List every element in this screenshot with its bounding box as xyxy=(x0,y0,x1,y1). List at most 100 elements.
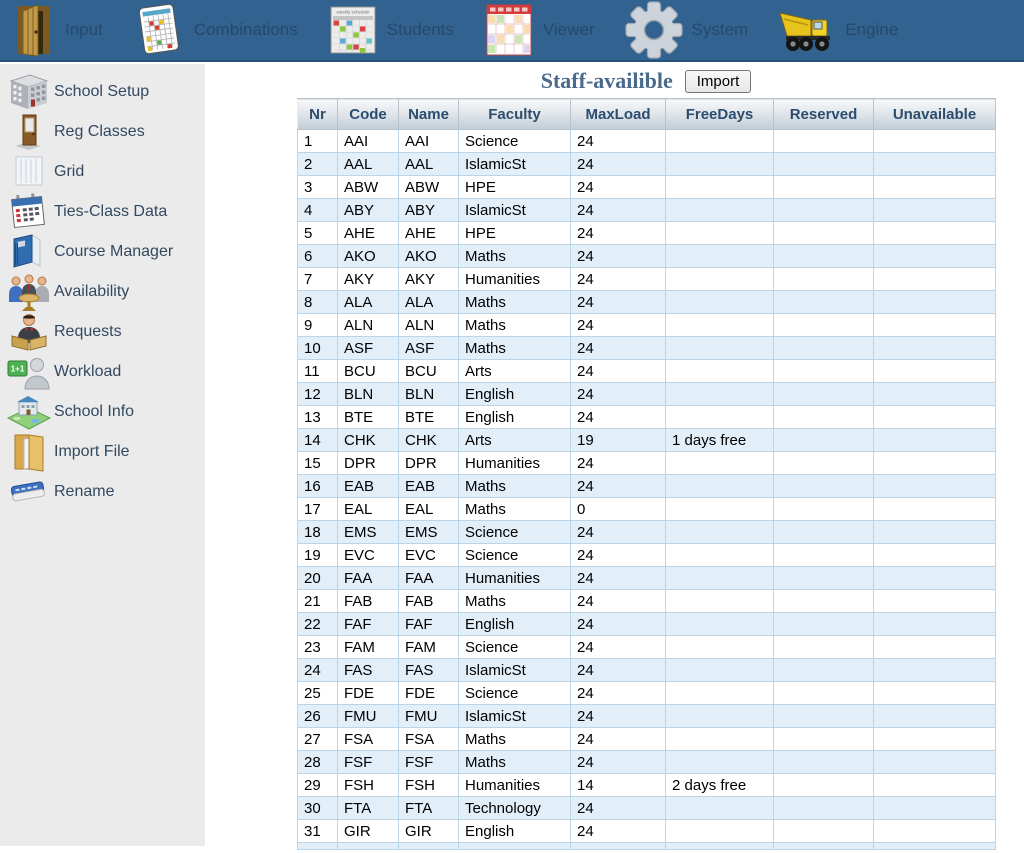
cell-name[interactable]: BCU xyxy=(399,360,459,383)
sidebar-item-rename[interactable]: Rename xyxy=(0,472,205,512)
cell-nr[interactable]: 20 xyxy=(298,567,338,590)
cell-name[interactable]: EVC xyxy=(399,544,459,567)
cell-freedays[interactable] xyxy=(666,153,774,176)
cell-reserved[interactable] xyxy=(774,452,874,475)
cell-name[interactable]: FSH xyxy=(399,774,459,797)
sidebar-item-requests[interactable]: Requests xyxy=(0,312,205,352)
cell-name[interactable]: ABY xyxy=(399,199,459,222)
sidebar-item-grid[interactable]: Grid xyxy=(0,152,205,192)
cell-name[interactable]: FSF xyxy=(399,751,459,774)
cell-code[interactable]: FTA xyxy=(338,797,399,820)
cell-unavailable[interactable] xyxy=(874,521,996,544)
cell-faculty[interactable]: Maths xyxy=(459,751,571,774)
cell-code[interactable]: ALA xyxy=(338,291,399,314)
cell-reserved[interactable] xyxy=(774,774,874,797)
cell-unavailable[interactable] xyxy=(874,751,996,774)
cell-reserved[interactable] xyxy=(774,820,874,843)
cell-maxload[interactable]: 24 xyxy=(571,291,666,314)
cell-nr[interactable]: 10 xyxy=(298,337,338,360)
cell-nr[interactable]: 28 xyxy=(298,751,338,774)
cell-code[interactable]: EMS xyxy=(338,521,399,544)
cell-code[interactable]: EAB xyxy=(338,475,399,498)
cell-name[interactable]: EMS xyxy=(399,521,459,544)
cell-freedays[interactable] xyxy=(666,751,774,774)
cell-maxload[interactable]: 24 xyxy=(571,176,666,199)
cell-unavailable[interactable] xyxy=(874,406,996,429)
toolbar-item-viewer[interactable]: Viewer xyxy=(484,3,595,57)
cell-name[interactable]: ASF xyxy=(399,337,459,360)
cell-faculty[interactable]: Humanities xyxy=(459,567,571,590)
cell-code[interactable]: FAS xyxy=(338,659,399,682)
cell-faculty[interactable]: Humanities xyxy=(459,774,571,797)
sidebar-item-school-setup[interactable]: School Setup xyxy=(0,72,205,112)
cell-freedays[interactable] xyxy=(666,268,774,291)
cell-unavailable[interactable] xyxy=(874,199,996,222)
cell-maxload[interactable]: 24 xyxy=(571,544,666,567)
cell-nr[interactable]: 27 xyxy=(298,728,338,751)
cell-nr[interactable]: 23 xyxy=(298,636,338,659)
cell-unavailable[interactable] xyxy=(874,429,996,452)
cell-code[interactable]: AAL xyxy=(338,153,399,176)
cell-maxload[interactable]: 24 xyxy=(571,337,666,360)
cell-name[interactable]: AAL xyxy=(399,153,459,176)
cell-code[interactable]: BTE xyxy=(338,406,399,429)
cell-reserved[interactable] xyxy=(774,751,874,774)
cell-code[interactable]: ABW xyxy=(338,176,399,199)
cell-nr[interactable]: 16 xyxy=(298,475,338,498)
cell-faculty[interactable]: Arts xyxy=(459,360,571,383)
cell-faculty[interactable]: Science xyxy=(459,521,571,544)
cell-name[interactable]: EAL xyxy=(399,498,459,521)
cell-freedays[interactable] xyxy=(666,452,774,475)
cell-faculty[interactable]: English xyxy=(459,383,571,406)
cell-unavailable[interactable] xyxy=(874,498,996,521)
cell-faculty[interactable]: Maths xyxy=(459,337,571,360)
cell-freedays[interactable]: 2 days free xyxy=(666,774,774,797)
cell-reserved[interactable] xyxy=(774,544,874,567)
cell-nr[interactable]: 14 xyxy=(298,429,338,452)
cell-reserved[interactable] xyxy=(774,567,874,590)
cell-nr[interactable]: 31 xyxy=(298,820,338,843)
sidebar-item-availability[interactable]: Availability xyxy=(0,272,205,312)
cell-code[interactable]: ALN xyxy=(338,314,399,337)
cell-maxload[interactable]: 24 xyxy=(571,797,666,820)
cell-name[interactable]: FAA xyxy=(399,567,459,590)
cell-unavailable[interactable] xyxy=(874,314,996,337)
cell-reserved[interactable] xyxy=(774,406,874,429)
cell-unavailable[interactable] xyxy=(874,613,996,636)
cell-reserved[interactable] xyxy=(774,153,874,176)
sidebar-item-workload[interactable]: 1+1Workload xyxy=(0,352,205,392)
cell-nr[interactable]: 8 xyxy=(298,291,338,314)
cell-faculty[interactable]: English xyxy=(459,613,571,636)
cell-code[interactable]: FSF xyxy=(338,751,399,774)
cell-unavailable[interactable] xyxy=(874,636,996,659)
cell-unavailable[interactable] xyxy=(874,130,996,153)
toolbar-item-system[interactable]: System xyxy=(625,1,749,59)
cell-reserved[interactable] xyxy=(774,337,874,360)
cell-faculty[interactable]: HPE xyxy=(459,222,571,245)
cell-reserved[interactable] xyxy=(774,705,874,728)
cell-unavailable[interactable] xyxy=(874,176,996,199)
cell-unavailable[interactable] xyxy=(874,475,996,498)
cell-freedays[interactable] xyxy=(666,314,774,337)
cell-nr[interactable]: 30 xyxy=(298,797,338,820)
cell-maxload[interactable]: 24 xyxy=(571,728,666,751)
cell-unavailable[interactable] xyxy=(874,797,996,820)
cell-code[interactable]: CHK xyxy=(338,429,399,452)
cell-unavailable[interactable] xyxy=(874,820,996,843)
cell-freedays[interactable] xyxy=(666,659,774,682)
cell-maxload[interactable]: 14 xyxy=(571,774,666,797)
cell-maxload[interactable]: 24 xyxy=(571,521,666,544)
cell-reserved[interactable] xyxy=(774,245,874,268)
sidebar-item-school-info[interactable]: School Info xyxy=(0,392,205,432)
cell-freedays[interactable] xyxy=(666,728,774,751)
toolbar-item-combinations[interactable]: Combinations xyxy=(133,3,298,57)
cell-code[interactable]: AKY xyxy=(338,268,399,291)
cell-freedays[interactable] xyxy=(666,682,774,705)
cell-freedays[interactable] xyxy=(666,176,774,199)
cell-maxload[interactable]: 24 xyxy=(571,268,666,291)
cell-maxload[interactable]: 24 xyxy=(571,682,666,705)
cell-maxload[interactable]: 19 xyxy=(571,429,666,452)
cell-name[interactable]: FTA xyxy=(399,797,459,820)
cell-nr[interactable]: 9 xyxy=(298,314,338,337)
cell-code[interactable]: GIR xyxy=(338,820,399,843)
